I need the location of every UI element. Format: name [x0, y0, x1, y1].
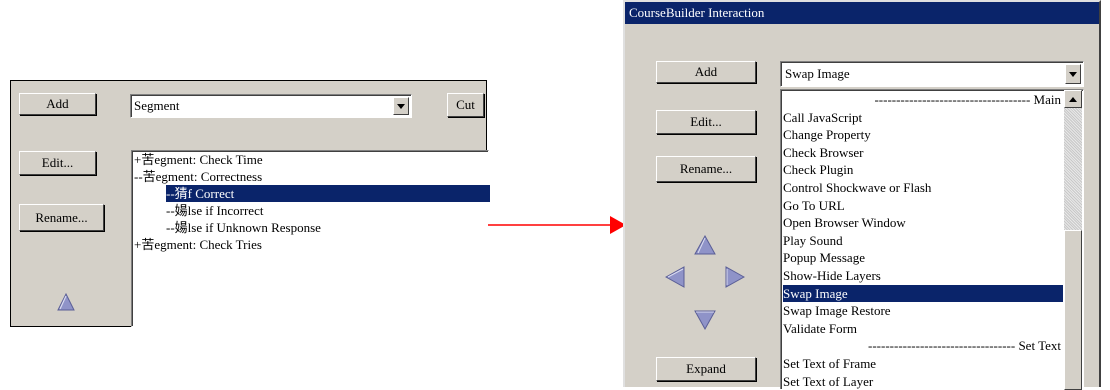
- left-arrow-icon[interactable]: [664, 266, 685, 288]
- segment-type-value: Segment: [134, 98, 180, 113]
- tree-item[interactable]: --婸lse if Unknown Response: [166, 219, 325, 236]
- up-arrow-icon[interactable]: [694, 234, 716, 255]
- add-button[interactable]: Add: [19, 93, 96, 115]
- rename-button[interactable]: Rename...: [656, 156, 756, 182]
- segment-type-dropdown[interactable]: Segment: [130, 94, 412, 118]
- add-button[interactable]: Add: [656, 61, 756, 83]
- list-item[interactable]: Call JavaScript: [783, 109, 862, 126]
- dialog-title: CourseBuilder Interaction: [625, 2, 1099, 24]
- tree-item[interactable]: --婸lse if Incorrect: [166, 202, 267, 219]
- segment-tree[interactable]: +苦egment: Check Time --苦egment: Correctne…: [131, 150, 490, 327]
- scroll-up-icon[interactable]: [1064, 90, 1082, 108]
- list-category-separator: ---------------------------------- Set T…: [868, 338, 1061, 354]
- right-arrow-icon[interactable]: [725, 266, 746, 288]
- list-item-selected[interactable]: Swap Image: [783, 284, 1063, 302]
- list-item[interactable]: Go To URL: [783, 197, 845, 214]
- cut-button[interactable]: Cut: [447, 93, 484, 117]
- list-item[interactable]: Show-Hide Layers: [783, 267, 881, 284]
- list-item[interactable]: Control Shockwave or Flash: [783, 179, 931, 196]
- tree-item[interactable]: +苦egment: Check Tries: [134, 236, 266, 253]
- list-item[interactable]: Set Text of Frame: [783, 355, 876, 372]
- down-arrow-icon[interactable]: [694, 310, 716, 331]
- scrollbar-thumb[interactable]: [1064, 230, 1082, 390]
- edit-button[interactable]: Edit...: [656, 110, 756, 134]
- list-item[interactable]: Open Browser Window: [783, 214, 906, 231]
- up-arrow-icon[interactable]: [57, 292, 75, 311]
- tree-item[interactable]: --苦egment: Correctness: [134, 168, 266, 185]
- list-item[interactable]: Validate Form: [783, 320, 857, 337]
- list-item[interactable]: Popup Message: [783, 249, 865, 266]
- segment-editor-panel: Add Segment Cut Edit... Rename... +苦egme…: [10, 80, 490, 327]
- expand-button[interactable]: Expand: [656, 357, 756, 381]
- list-category-separator: ------------------------------------ Mai…: [874, 92, 1061, 107]
- list-item[interactable]: Check Plugin: [783, 161, 853, 178]
- list-item[interactable]: Swap Image Restore: [783, 302, 891, 319]
- list-item[interactable]: Play Sound: [783, 232, 843, 249]
- tree-item[interactable]: +苦egment: Check Time: [134, 151, 267, 168]
- tree-item-selected[interactable]: --猜f Correct: [166, 185, 490, 202]
- edit-button[interactable]: Edit...: [19, 151, 96, 175]
- rename-button[interactable]: Rename...: [19, 204, 104, 231]
- transition-arrow: [488, 214, 628, 236]
- dropdown-arrow-icon[interactable]: [1065, 64, 1081, 84]
- action-dropdown-value: Swap Image: [785, 66, 850, 81]
- list-item[interactable]: Change Property: [783, 126, 871, 143]
- coursebuilder-dialog: CourseBuilder Interaction Add Swap Image…: [623, 0, 1101, 390]
- dropdown-arrow-icon[interactable]: [393, 97, 409, 115]
- action-dropdown[interactable]: Swap Image: [780, 61, 1084, 87]
- list-item[interactable]: Check Browser: [783, 144, 864, 161]
- action-list[interactable]: ------------------------------------ Mai…: [780, 89, 1084, 390]
